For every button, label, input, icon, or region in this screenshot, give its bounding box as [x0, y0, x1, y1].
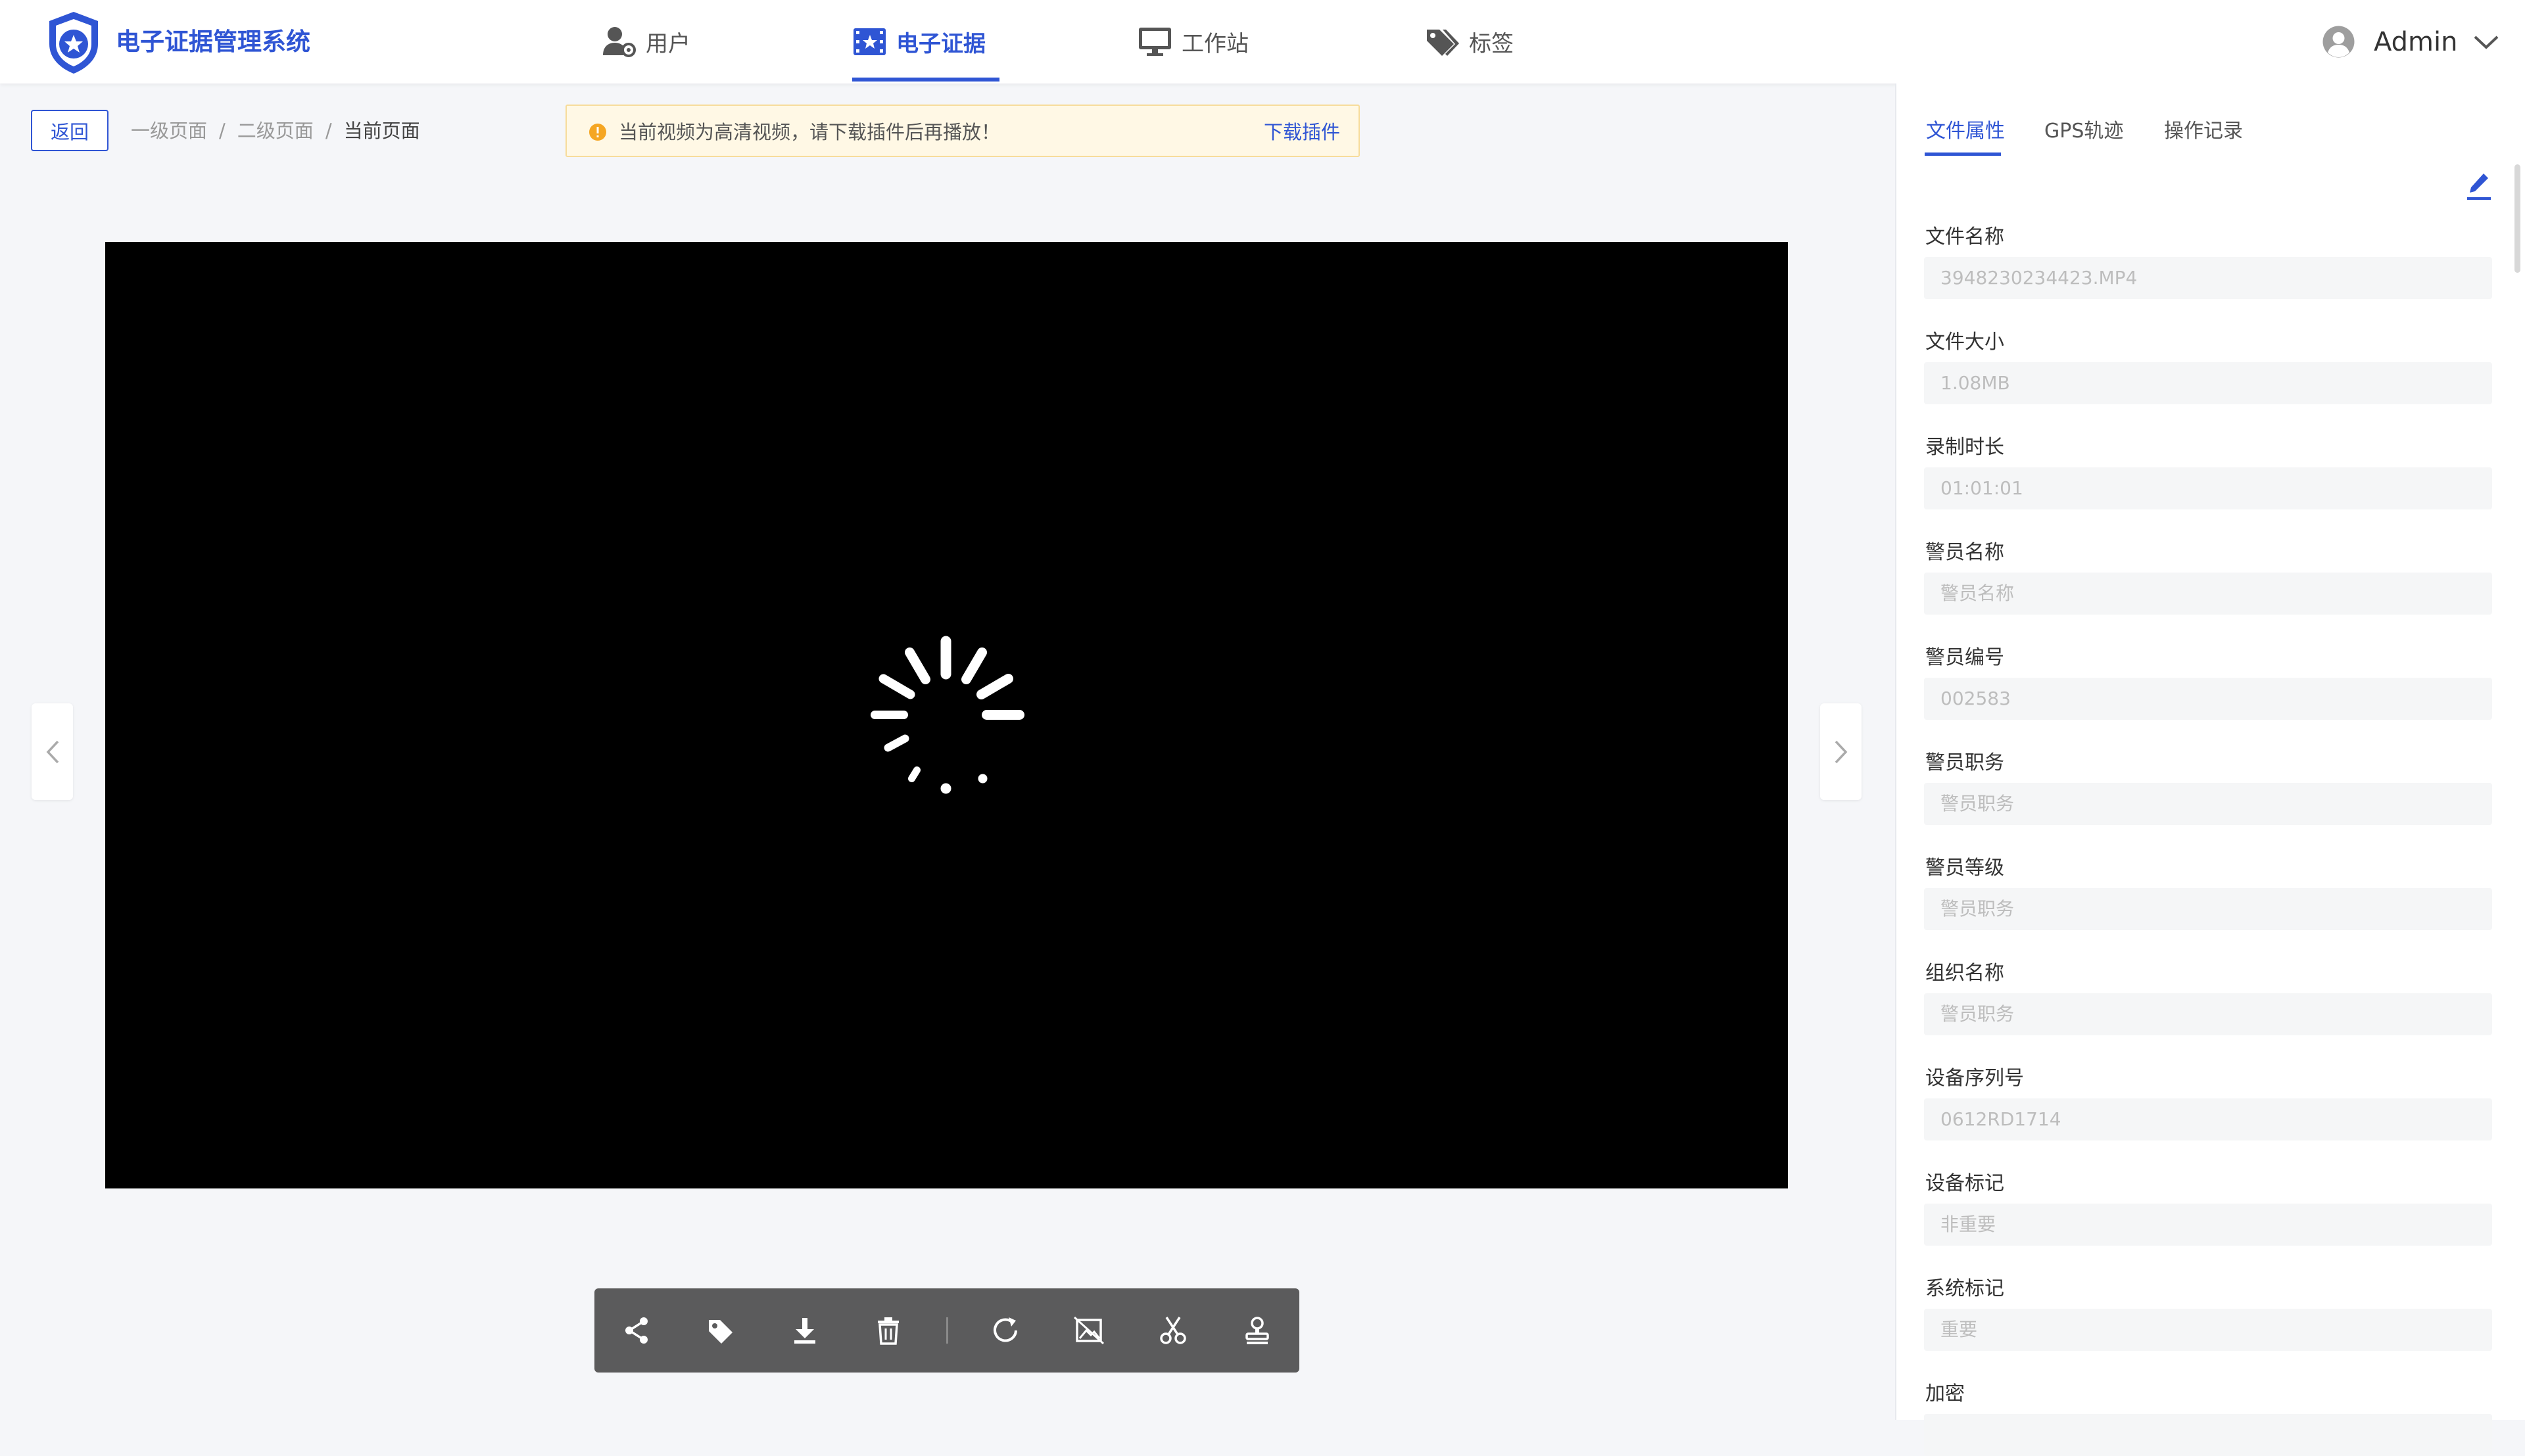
- download-plugin-link[interactable]: 下载插件: [1264, 118, 1340, 146]
- tab-active-indicator: [1925, 153, 2001, 156]
- chevron-down-icon: [2474, 35, 2499, 49]
- panel-scrollbar[interactable]: [2514, 164, 2520, 273]
- breadcrumb-separator: /: [325, 120, 332, 142]
- nav-users[interactable]: 用户: [602, 0, 690, 83]
- field-label: 警员名称: [1925, 541, 2004, 564]
- warning-icon: [589, 124, 606, 141]
- field-input[interactable]: 002583: [1924, 678, 2492, 720]
- prev-arrow-button[interactable]: [32, 703, 73, 800]
- field-input[interactable]: 3948230234423.MP4: [1924, 257, 2492, 299]
- field-input[interactable]: 01:01:01: [1924, 467, 2492, 509]
- tab-file-properties[interactable]: 文件属性: [1926, 114, 2005, 149]
- app-title: 电子证据管理系统: [116, 28, 310, 56]
- film-badge-icon: [854, 28, 886, 55]
- field-label: 设备标记: [1925, 1172, 2004, 1195]
- field-label: 录制时长: [1925, 436, 2004, 459]
- nav-active-indicator: [852, 78, 999, 82]
- breadcrumb-level-1[interactable]: 一级页面: [131, 120, 207, 142]
- field-input[interactable]: 1.08MB: [1924, 362, 2492, 404]
- field-label: 设备序列号: [1925, 1067, 2024, 1090]
- next-arrow-button[interactable]: [1820, 703, 1862, 800]
- nav-tags-label: 标签: [1469, 31, 1514, 57]
- nav-evidence[interactable]: 电子证据: [852, 0, 986, 83]
- field-input[interactable]: 警员名称: [1924, 573, 2492, 615]
- rotate-icon[interactable]: [987, 1312, 1024, 1349]
- field-input[interactable]: 警员职务: [1924, 783, 2492, 825]
- field-label: 文件名称: [1925, 225, 2004, 248]
- shield-logo-icon: [49, 12, 98, 74]
- breadcrumb: 一级页面 / 二级页面 / 当前页面: [131, 117, 420, 145]
- nav-workstation[interactable]: 工作站: [1138, 0, 1249, 83]
- edit-icon[interactable]: [2465, 170, 2492, 201]
- user-gear-icon: [603, 27, 636, 57]
- nav-evidence-label: 电子证据: [896, 31, 986, 57]
- share-icon[interactable]: [619, 1312, 656, 1349]
- nav-tags[interactable]: 标签: [1425, 0, 1514, 83]
- field-label: 警员职务: [1925, 751, 2004, 774]
- field-input[interactable]: [1924, 1414, 2492, 1456]
- monitor-icon: [1139, 28, 1171, 56]
- tab-gps-track[interactable]: GPS轨迹: [2044, 114, 2123, 149]
- media-toolbar: [594, 1288, 1299, 1373]
- nav-workstation-label: 工作站: [1182, 31, 1249, 57]
- chevron-right-icon: [1835, 740, 1847, 763]
- user-name: Admin: [2374, 26, 2458, 57]
- field-input[interactable]: 重要: [1924, 1309, 2492, 1351]
- back-button[interactable]: 返回: [31, 110, 108, 151]
- top-header: 电子证据管理系统 用户 电子证据 工作站 标签 Admin: [0, 0, 2525, 83]
- crop-icon[interactable]: [1070, 1312, 1107, 1349]
- chevron-left-icon: [46, 740, 59, 763]
- field-input[interactable]: 警员职务: [1924, 888, 2492, 930]
- alert-message: 当前视频为高清视频，请下载插件后再播放！: [619, 121, 1001, 143]
- user-menu[interactable]: Admin: [2322, 0, 2499, 83]
- tag-icon[interactable]: [702, 1312, 739, 1349]
- breadcrumb-level-2[interactable]: 二级页面: [237, 120, 314, 142]
- field-input[interactable]: 0612RD1714: [1924, 1098, 2492, 1140]
- breadcrumb-current: 当前页面: [343, 120, 420, 142]
- field-label: 组织名称: [1925, 962, 2004, 985]
- field-input[interactable]: 非重要: [1924, 1204, 2492, 1246]
- field-label: 系统标记: [1925, 1277, 2004, 1300]
- breadcrumb-separator: /: [219, 120, 226, 142]
- loading-spinner-icon: [871, 636, 1024, 794]
- user-avatar-icon: [2322, 26, 2355, 58]
- toolbar-divider: [946, 1317, 948, 1344]
- stamp-icon[interactable]: [1239, 1312, 1276, 1349]
- delete-icon[interactable]: [870, 1312, 907, 1349]
- field-label: 警员编号: [1925, 646, 2004, 669]
- field-label: 警员等级: [1925, 857, 2004, 880]
- nav-users-label: 用户: [646, 31, 690, 57]
- field-input[interactable]: 警员职务: [1924, 993, 2492, 1035]
- field-label: 加密: [1925, 1382, 1965, 1405]
- tab-operation-log[interactable]: 操作记录: [2164, 114, 2243, 149]
- download-icon[interactable]: [786, 1312, 823, 1349]
- cut-icon[interactable]: [1155, 1312, 1191, 1349]
- tags-icon: [1427, 30, 1459, 56]
- plugin-alert: 当前视频为高清视频，请下载插件后再播放！ 下载插件: [565, 105, 1360, 157]
- field-label: 文件大小: [1925, 331, 2004, 354]
